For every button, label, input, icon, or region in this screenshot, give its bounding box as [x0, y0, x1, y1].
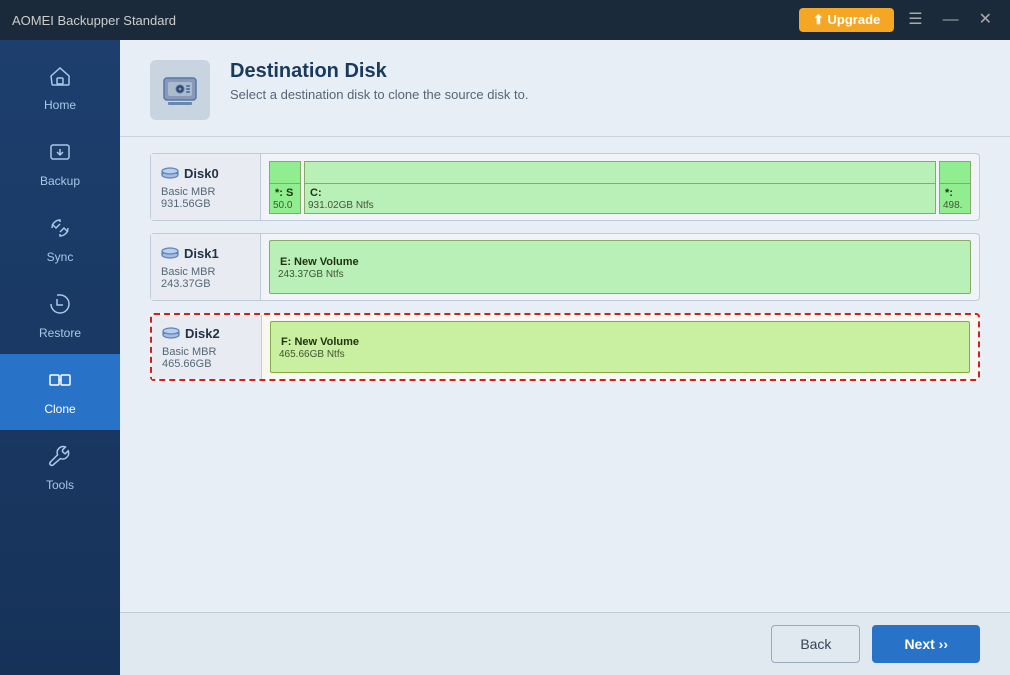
home-icon — [48, 64, 72, 92]
sidebar: Home Backup Sync — [0, 40, 120, 675]
disk0-partition-bar: *: S 50.0 C: 931.02GB Ntfs — [269, 161, 971, 214]
disk0-partitions: *: S 50.0 C: 931.02GB Ntfs — [261, 154, 979, 220]
sidebar-item-home[interactable]: Home — [0, 50, 120, 126]
sidebar-item-tools[interactable]: Tools — [0, 430, 120, 506]
destination-disk-icon — [150, 60, 210, 120]
page-title: Destination Disk — [230, 60, 528, 83]
app-title: AOMEI Backupper Standard — [12, 13, 799, 28]
backup-icon — [48, 140, 72, 168]
disk-list: Disk0 Basic MBR 931.56GB *: S 50.0 — [120, 137, 1010, 612]
sidebar-item-home-label: Home — [44, 98, 76, 112]
disk1-icon — [161, 245, 179, 262]
disk2-name: Disk2 — [185, 326, 220, 341]
disk0-size: 931.56GB — [161, 198, 250, 210]
sidebar-item-restore-label: Restore — [39, 326, 81, 340]
content-footer: Back Next ›› — [120, 612, 1010, 675]
upgrade-button[interactable]: ⬆ Upgrade — [799, 8, 894, 32]
tools-icon — [48, 444, 72, 472]
disk2-single-partition: F: New Volume 465.66GB Ntfs — [270, 321, 970, 373]
disk2-part0-sub: 465.66GB Ntfs — [279, 349, 961, 360]
disk1-part0-label: E: New Volume — [278, 255, 962, 269]
disk1-info: Disk1 Basic MBR 243.37GB — [151, 234, 261, 300]
clone-icon — [48, 368, 72, 396]
content-area: Destination Disk Select a destination di… — [120, 40, 1010, 675]
disk0-partition-small: *: 498. — [939, 161, 971, 214]
sidebar-item-clone[interactable]: Clone — [0, 354, 120, 430]
disk1-name-row: Disk1 — [161, 245, 250, 262]
disk0-name-row: Disk0 — [161, 165, 250, 182]
content-header: Destination Disk Select a destination di… — [120, 40, 1010, 137]
disk1-size: 243.37GB — [161, 278, 250, 290]
titlebar: AOMEI Backupper Standard ⬆ Upgrade ☰ — ✕ — [0, 0, 1010, 40]
sync-icon — [48, 216, 72, 244]
disk2-type: Basic MBR — [162, 346, 251, 358]
disk0-part1-label: C: — [308, 186, 932, 200]
disk2-size: 465.66GB — [162, 358, 251, 370]
disk1-single-partition: E: New Volume 243.37GB Ntfs — [269, 240, 971, 294]
sidebar-item-backup[interactable]: Backup — [0, 126, 120, 202]
disk0-icon — [161, 165, 179, 182]
disk2-partitions: F: New Volume 465.66GB Ntfs — [262, 315, 978, 379]
disk0-partition-main: C: 931.02GB Ntfs — [304, 161, 936, 214]
disk-row-disk0[interactable]: Disk0 Basic MBR 931.56GB *: S 50.0 — [150, 153, 980, 221]
header-text: Destination Disk Select a destination di… — [230, 60, 528, 102]
back-button[interactable]: Back — [771, 625, 860, 663]
sidebar-item-tools-label: Tools — [46, 478, 74, 492]
page-subtitle: Select a destination disk to clone the s… — [230, 87, 528, 102]
sidebar-item-sync-label: Sync — [47, 250, 74, 264]
app-body: Home Backup Sync — [0, 40, 1010, 675]
sidebar-item-sync[interactable]: Sync — [0, 202, 120, 278]
disk2-part0-label: F: New Volume — [279, 335, 961, 349]
disk0-info: Disk0 Basic MBR 931.56GB — [151, 154, 261, 220]
disk0-part2-label: *: — [943, 186, 967, 200]
disk1-partitions: E: New Volume 243.37GB Ntfs — [261, 234, 979, 300]
disk0-part1-sub: 931.02GB Ntfs — [308, 200, 932, 211]
minimize-button[interactable]: — — [937, 10, 965, 30]
sidebar-item-clone-label: Clone — [44, 402, 75, 416]
disk1-part0-sub: 243.37GB Ntfs — [278, 269, 962, 280]
disk1-type: Basic MBR — [161, 266, 250, 278]
disk0-name: Disk0 — [184, 166, 219, 181]
menu-button[interactable]: ☰ — [902, 10, 928, 30]
disk1-name: Disk1 — [184, 246, 219, 261]
disk-row-disk2[interactable]: Disk2 Basic MBR 465.66GB F: New Volume 4… — [150, 313, 980, 381]
next-button[interactable]: Next ›› — [872, 625, 980, 663]
disk0-type: Basic MBR — [161, 186, 250, 198]
disk2-info: Disk2 Basic MBR 465.66GB — [152, 315, 262, 379]
titlebar-controls: ⬆ Upgrade ☰ — ✕ — [799, 8, 998, 32]
restore-icon — [48, 292, 72, 320]
disk0-partition-system: *: S 50.0 — [269, 161, 301, 214]
disk0-part2-sub: 498. — [943, 200, 967, 211]
sidebar-item-backup-label: Backup — [40, 174, 80, 188]
disk2-icon — [162, 325, 180, 342]
close-button[interactable]: ✕ — [973, 10, 998, 30]
disk-row-disk1[interactable]: Disk1 Basic MBR 243.37GB E: New Volume 2… — [150, 233, 980, 301]
sidebar-item-restore[interactable]: Restore — [0, 278, 120, 354]
disk0-part0-label: *: S — [273, 186, 297, 200]
disk2-name-row: Disk2 — [162, 325, 251, 342]
disk0-part0-sub: 50.0 — [273, 200, 297, 211]
